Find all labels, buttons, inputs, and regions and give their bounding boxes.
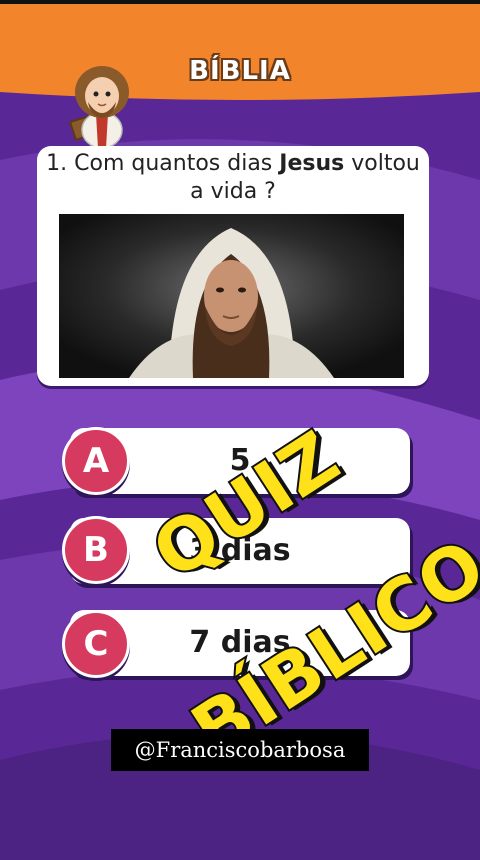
- author-credit: @Franciscobarbosa: [111, 729, 369, 771]
- question-highlight: Jesus: [279, 151, 345, 176]
- question-text: 1. Com quantos dias Jesus voltou a vida …: [46, 151, 420, 204]
- jesus-mascot-icon: [62, 62, 142, 152]
